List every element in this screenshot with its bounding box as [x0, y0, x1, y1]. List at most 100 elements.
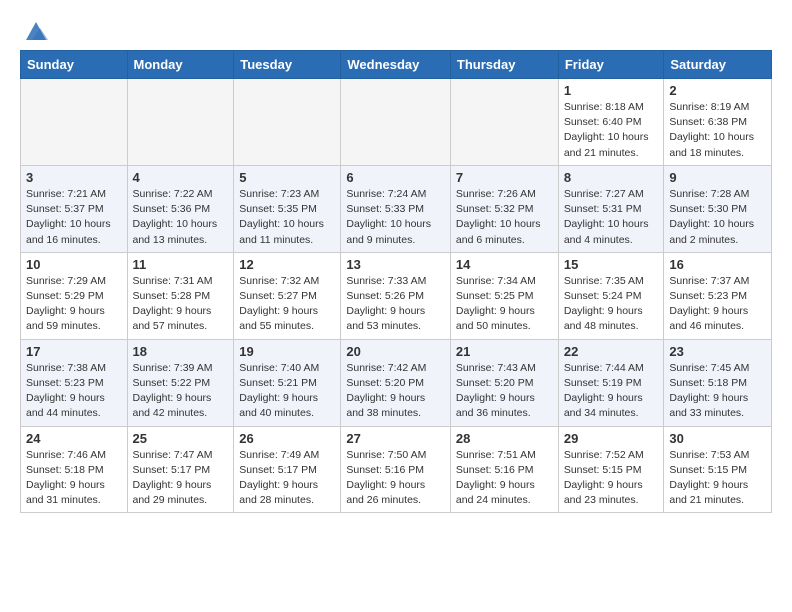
day-number: 13: [346, 257, 445, 272]
calendar-cell: 18 Sunrise: 7:39 AM Sunset: 5:22 PM Dayli…: [127, 339, 234, 426]
calendar-table: Sunday Monday Tuesday Wednesday Thursday…: [20, 50, 772, 513]
day-number: 18: [133, 344, 229, 359]
calendar-week-row: 10 Sunrise: 7:29 AM Sunset: 5:29 PM Dayli…: [21, 252, 772, 339]
calendar-cell: 23 Sunrise: 7:45 AM Sunset: 5:18 PM Dayli…: [664, 339, 772, 426]
calendar-cell: [450, 79, 558, 166]
calendar-cell: 13 Sunrise: 7:33 AM Sunset: 5:26 PM Dayli…: [341, 252, 451, 339]
calendar-cell: 2 Sunrise: 8:19 AM Sunset: 6:38 PM Daylig…: [664, 79, 772, 166]
day-number: 6: [346, 170, 445, 185]
day-info: Sunrise: 7:28 AM Sunset: 5:30 PM Dayligh…: [669, 187, 766, 248]
day-number: 10: [26, 257, 122, 272]
day-number: 25: [133, 431, 229, 446]
day-number: 8: [564, 170, 659, 185]
header-thursday: Thursday: [450, 51, 558, 79]
calendar-week-row: 1 Sunrise: 8:18 AM Sunset: 6:40 PM Daylig…: [21, 79, 772, 166]
day-number: 27: [346, 431, 445, 446]
day-number: 2: [669, 83, 766, 98]
day-info: Sunrise: 7:24 AM Sunset: 5:33 PM Dayligh…: [346, 187, 445, 248]
calendar-cell: 3Sunrise: 7:21 AM Sunset: 5:37 PM Daylig…: [21, 165, 128, 252]
page: Sunday Monday Tuesday Wednesday Thursday…: [0, 0, 792, 529]
day-info: Sunrise: 7:43 AM Sunset: 5:20 PM Dayligh…: [456, 361, 553, 422]
header: [20, 16, 772, 40]
day-number: 4: [133, 170, 229, 185]
header-friday: Friday: [558, 51, 664, 79]
day-info: Sunrise: 7:38 AM Sunset: 5:23 PM Dayligh…: [26, 361, 122, 422]
day-info: Sunrise: 7:33 AM Sunset: 5:26 PM Dayligh…: [346, 274, 445, 335]
day-info: Sunrise: 7:34 AM Sunset: 5:25 PM Dayligh…: [456, 274, 553, 335]
day-info: Sunrise: 7:29 AM Sunset: 5:29 PM Dayligh…: [26, 274, 122, 335]
calendar-cell: 8Sunrise: 7:27 AM Sunset: 5:31 PM Daylig…: [558, 165, 664, 252]
calendar-cell: 28 Sunrise: 7:51 AM Sunset: 5:16 PM Dayli…: [450, 426, 558, 513]
header-saturday: Saturday: [664, 51, 772, 79]
day-number: 22: [564, 344, 659, 359]
day-info: Sunrise: 7:45 AM Sunset: 5:18 PM Dayligh…: [669, 361, 766, 422]
day-number: 3: [26, 170, 122, 185]
calendar-cell: 1 Sunrise: 8:18 AM Sunset: 6:40 PM Daylig…: [558, 79, 664, 166]
calendar-cell: 17 Sunrise: 7:38 AM Sunset: 5:23 PM Dayli…: [21, 339, 128, 426]
logo: [20, 16, 50, 40]
day-number: 1: [564, 83, 659, 98]
day-number: 21: [456, 344, 553, 359]
calendar-cell: 20 Sunrise: 7:42 AM Sunset: 5:20 PM Dayli…: [341, 339, 451, 426]
day-info: Sunrise: 7:52 AM Sunset: 5:15 PM Dayligh…: [564, 448, 659, 509]
calendar-cell: 4 Sunrise: 7:22 AM Sunset: 5:36 PM Daylig…: [127, 165, 234, 252]
day-number: 16: [669, 257, 766, 272]
day-number: 14: [456, 257, 553, 272]
calendar-week-row: 3Sunrise: 7:21 AM Sunset: 5:37 PM Daylig…: [21, 165, 772, 252]
day-info: Sunrise: 8:19 AM Sunset: 6:38 PM Dayligh…: [669, 100, 766, 161]
day-number: 17: [26, 344, 122, 359]
header-tuesday: Tuesday: [234, 51, 341, 79]
calendar-header-row: Sunday Monday Tuesday Wednesday Thursday…: [21, 51, 772, 79]
day-info: Sunrise: 7:42 AM Sunset: 5:20 PM Dayligh…: [346, 361, 445, 422]
day-info: Sunrise: 7:26 AM Sunset: 5:32 PM Dayligh…: [456, 187, 553, 248]
day-info: Sunrise: 7:39 AM Sunset: 5:22 PM Dayligh…: [133, 361, 229, 422]
day-number: 15: [564, 257, 659, 272]
calendar-cell: 25 Sunrise: 7:47 AM Sunset: 5:17 PM Dayli…: [127, 426, 234, 513]
day-number: 11: [133, 257, 229, 272]
calendar-cell: 24 Sunrise: 7:46 AM Sunset: 5:18 PM Dayli…: [21, 426, 128, 513]
day-number: 7: [456, 170, 553, 185]
day-number: 12: [239, 257, 335, 272]
day-info: Sunrise: 7:53 AM Sunset: 5:15 PM Dayligh…: [669, 448, 766, 509]
logo-icon: [22, 16, 50, 44]
calendar-cell: [21, 79, 128, 166]
day-info: Sunrise: 7:51 AM Sunset: 5:16 PM Dayligh…: [456, 448, 553, 509]
calendar-cell: 27Sunrise: 7:50 AM Sunset: 5:16 PM Dayli…: [341, 426, 451, 513]
header-wednesday: Wednesday: [341, 51, 451, 79]
day-info: Sunrise: 7:37 AM Sunset: 5:23 PM Dayligh…: [669, 274, 766, 335]
day-number: 23: [669, 344, 766, 359]
calendar-cell: 9 Sunrise: 7:28 AM Sunset: 5:30 PM Daylig…: [664, 165, 772, 252]
day-number: 28: [456, 431, 553, 446]
day-number: 24: [26, 431, 122, 446]
day-number: 5: [239, 170, 335, 185]
calendar-week-row: 24 Sunrise: 7:46 AM Sunset: 5:18 PM Dayli…: [21, 426, 772, 513]
day-number: 20: [346, 344, 445, 359]
day-info: Sunrise: 7:22 AM Sunset: 5:36 PM Dayligh…: [133, 187, 229, 248]
calendar-cell: 6 Sunrise: 7:24 AM Sunset: 5:33 PM Daylig…: [341, 165, 451, 252]
day-info: Sunrise: 7:47 AM Sunset: 5:17 PM Dayligh…: [133, 448, 229, 509]
day-number: 26: [239, 431, 335, 446]
calendar-cell: 26 Sunrise: 7:49 AM Sunset: 5:17 PM Dayli…: [234, 426, 341, 513]
day-number: 29: [564, 431, 659, 446]
day-info: Sunrise: 7:31 AM Sunset: 5:28 PM Dayligh…: [133, 274, 229, 335]
day-info: Sunrise: 7:49 AM Sunset: 5:17 PM Dayligh…: [239, 448, 335, 509]
calendar-cell: 10 Sunrise: 7:29 AM Sunset: 5:29 PM Dayli…: [21, 252, 128, 339]
calendar-cell: 15 Sunrise: 7:35 AM Sunset: 5:24 PM Dayli…: [558, 252, 664, 339]
header-monday: Monday: [127, 51, 234, 79]
calendar-cell: 11 Sunrise: 7:31 AM Sunset: 5:28 PM Dayli…: [127, 252, 234, 339]
day-number: 30: [669, 431, 766, 446]
day-info: Sunrise: 8:18 AM Sunset: 6:40 PM Dayligh…: [564, 100, 659, 161]
day-info: Sunrise: 7:32 AM Sunset: 5:27 PM Dayligh…: [239, 274, 335, 335]
calendar-cell: 16 Sunrise: 7:37 AM Sunset: 5:23 PM Dayli…: [664, 252, 772, 339]
calendar-cell: [127, 79, 234, 166]
day-number: 9: [669, 170, 766, 185]
calendar-cell: 5Sunrise: 7:23 AM Sunset: 5:35 PM Daylig…: [234, 165, 341, 252]
calendar-week-row: 17 Sunrise: 7:38 AM Sunset: 5:23 PM Dayli…: [21, 339, 772, 426]
day-info: Sunrise: 7:44 AM Sunset: 5:19 PM Dayligh…: [564, 361, 659, 422]
day-info: Sunrise: 7:35 AM Sunset: 5:24 PM Dayligh…: [564, 274, 659, 335]
day-info: Sunrise: 7:40 AM Sunset: 5:21 PM Dayligh…: [239, 361, 335, 422]
day-info: Sunrise: 7:46 AM Sunset: 5:18 PM Dayligh…: [26, 448, 122, 509]
calendar-cell: [234, 79, 341, 166]
calendar-cell: 29 Sunrise: 7:52 AM Sunset: 5:15 PM Dayli…: [558, 426, 664, 513]
calendar-cell: 30 Sunrise: 7:53 AM Sunset: 5:15 PM Dayli…: [664, 426, 772, 513]
